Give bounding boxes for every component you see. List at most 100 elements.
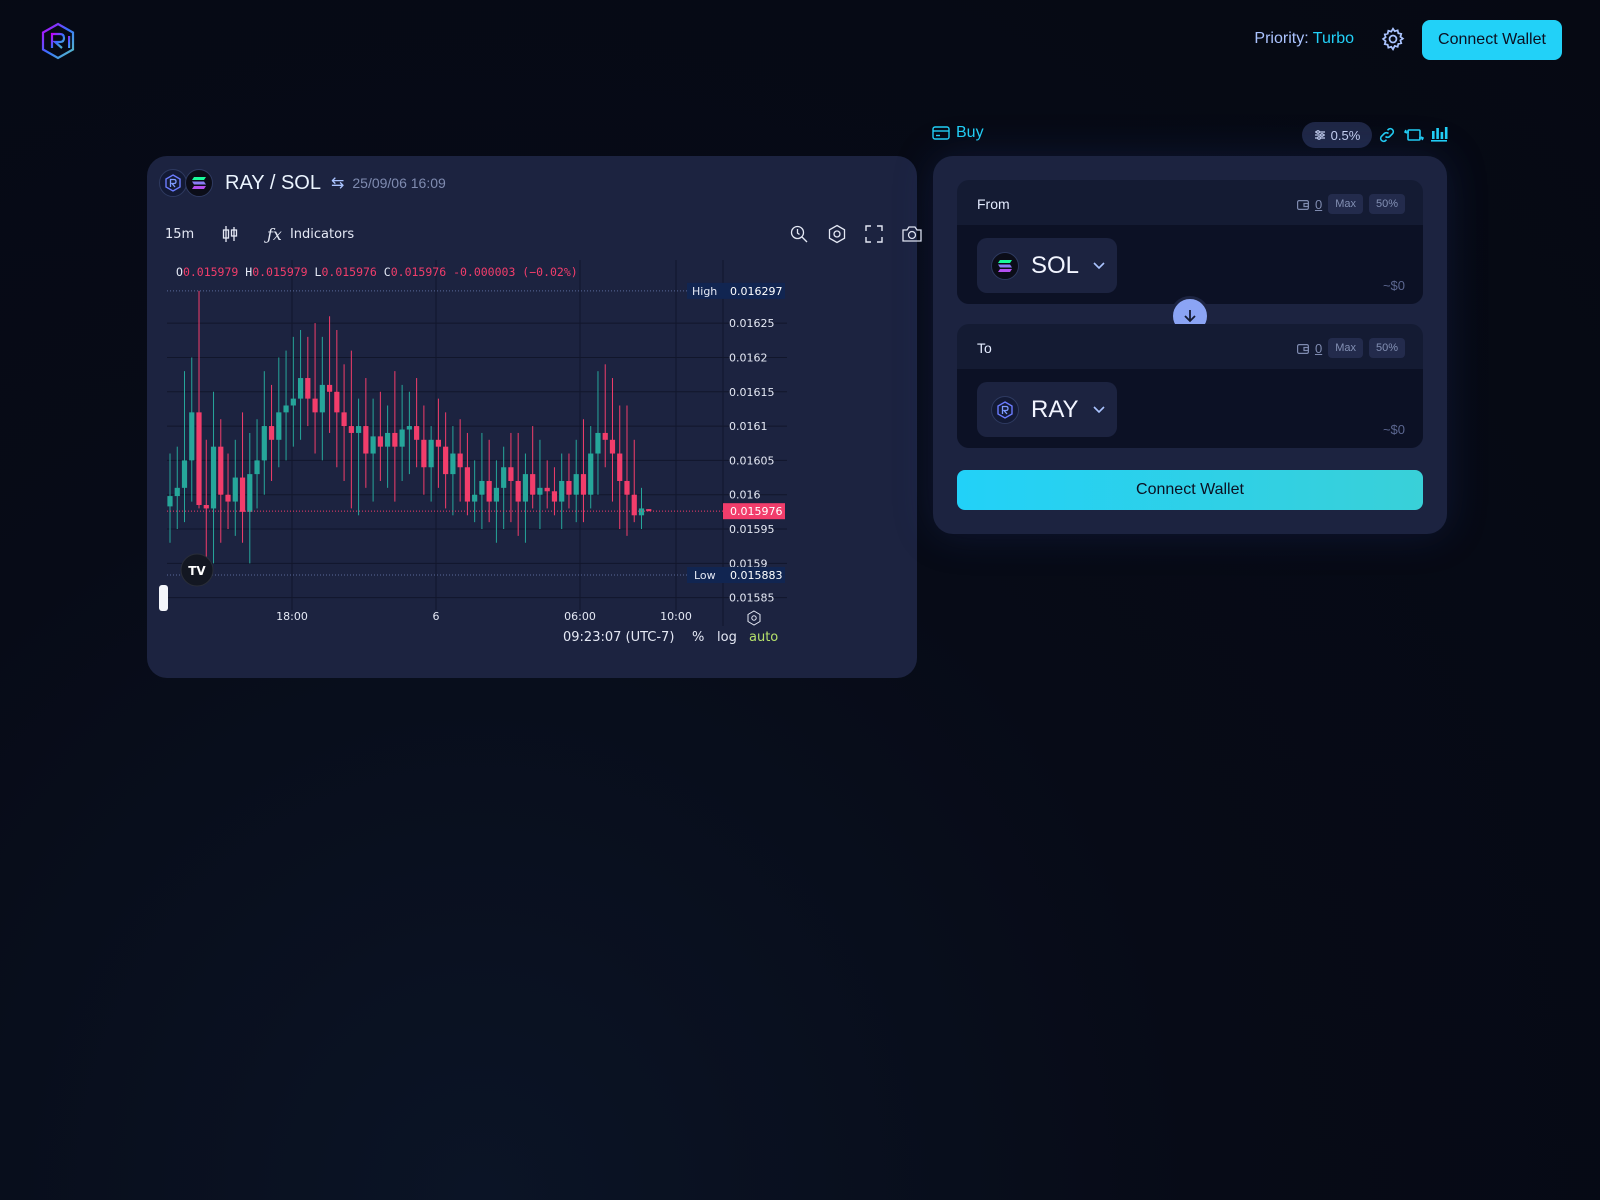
fullscreen-icon[interactable]: [865, 222, 883, 246]
candle-body: [210, 446, 217, 509]
to-half-button[interactable]: 50%: [1368, 338, 1405, 358]
candle-body: [515, 480, 521, 502]
from-balance[interactable]: 0: [1315, 197, 1322, 212]
interval-selector[interactable]: 15m: [165, 222, 194, 246]
from-half-button[interactable]: 50%: [1368, 194, 1405, 214]
candle-body: [559, 480, 565, 502]
to-token-symbol: RAY: [1031, 395, 1079, 423]
to-balance[interactable]: 0: [1315, 341, 1322, 356]
priority-value: Turbo: [1312, 30, 1354, 47]
y-tick-label: 0.01585: [729, 592, 775, 605]
candle-type-icon[interactable]: [221, 222, 239, 246]
arrow-down-icon: [1184, 310, 1196, 323]
candle-body: [551, 491, 558, 502]
low-tag-label: Low: [694, 569, 716, 582]
from-max-button[interactable]: Max: [1328, 194, 1363, 214]
candle-body: [189, 412, 195, 461]
y-tick-label: 0.01625: [729, 317, 775, 330]
ohlc-close: 0.015976: [390, 265, 447, 279]
share-link-icon[interactable]: [1378, 126, 1396, 149]
candle-body: [638, 508, 645, 516]
last-price-label: 0.015976: [730, 505, 783, 518]
candle-body: [414, 426, 420, 440]
to-token-selector[interactable]: RAY: [977, 382, 1117, 437]
priority-selector[interactable]: Priority: Turbo: [1254, 30, 1354, 48]
candle-body: [355, 426, 362, 433]
from-label: From: [977, 196, 1010, 212]
candle-body: [377, 436, 383, 447]
buy-button[interactable]: Buy: [932, 124, 984, 142]
candle-body: [544, 487, 550, 492]
candle-body: [283, 405, 289, 413]
card-icon: [932, 126, 950, 140]
zoom-search-icon[interactable]: [789, 222, 809, 246]
candle-body: [443, 446, 449, 475]
raydium-logo-icon[interactable]: [40, 22, 76, 60]
chart-clock: 09:23:07 (UTC-7): [563, 630, 675, 645]
wallet-icon: [1296, 343, 1309, 354]
low-price-label-bg: [723, 567, 785, 583]
to-max-button[interactable]: Max: [1328, 338, 1363, 358]
chart-toolbar: 15m ƒx Indicators: [161, 222, 922, 246]
candle-body: [254, 460, 260, 475]
high-tag-label: High: [692, 285, 717, 298]
candle-body: [428, 439, 434, 468]
pair-timestamp: 25/09/06 16:09: [352, 175, 446, 191]
ohlc-high: 0.015979: [252, 265, 308, 279]
indicators-button[interactable]: ƒx Indicators: [267, 222, 354, 246]
log-scale-toggle[interactable]: log: [717, 630, 737, 645]
y-tick-label: 0.0159: [729, 557, 768, 570]
high-price-label-bg: [723, 282, 785, 299]
candle-body: [566, 480, 572, 495]
to-input-area[interactable]: RAY ~$0: [957, 369, 1423, 448]
candle-body: [247, 474, 253, 512]
y-tick-label: 0.01595: [729, 523, 775, 536]
screenshot-camera-icon[interactable]: [901, 222, 923, 246]
function-icon: ƒx: [267, 224, 282, 244]
candle-body: [479, 480, 485, 495]
slippage-value: 0.5%: [1330, 127, 1361, 143]
axis-settings-icon-center: [751, 615, 757, 621]
candle-body: [580, 474, 587, 495]
candle-body: [602, 432, 608, 440]
ray-token-icon: [991, 395, 1019, 424]
refresh-icon[interactable]: [1403, 126, 1425, 149]
ohlc-open: 0.015979: [182, 265, 239, 279]
candle-body: [493, 487, 500, 502]
x-tick-label: 6: [433, 610, 440, 623]
to-box: To 0 Max 50% RAY ~$0: [957, 324, 1423, 448]
from-token-selector[interactable]: SOL: [977, 238, 1117, 293]
candle-body: [312, 398, 318, 413]
swap-pair-icon[interactable]: ⇆: [331, 173, 344, 193]
candle-body: [276, 412, 282, 440]
tradingview-logo-icon: [180, 553, 214, 587]
candle-body: [239, 477, 246, 512]
interval-label: 15m: [165, 226, 195, 242]
candle-body: [508, 467, 514, 481]
settings-gear-icon[interactable]: [1380, 26, 1406, 52]
ohlc-o-label: O: [176, 265, 183, 279]
auto-scale-toggle[interactable]: auto: [749, 630, 778, 645]
slippage-button[interactable]: 0.5%: [1302, 122, 1372, 148]
from-token-symbol: SOL: [1031, 251, 1080, 279]
candle-body: [363, 426, 369, 454]
candle-body: [588, 453, 594, 495]
candle-body: [225, 494, 231, 502]
candle-body: [522, 474, 529, 502]
connect-wallet-header-button[interactable]: Connect Wallet: [1422, 20, 1562, 60]
candle-body: [167, 496, 173, 507]
sliders-icon: [1314, 130, 1325, 140]
candle-body: [305, 378, 311, 399]
from-input-area[interactable]: SOL ~$0: [957, 225, 1423, 304]
ohlc-low: 0.015976: [321, 265, 377, 279]
candle-body: [421, 439, 427, 468]
chart-toggle-icon[interactable]: [1430, 125, 1448, 148]
sol-token-icon: [185, 169, 213, 197]
connect-wallet-button[interactable]: Connect Wallet: [957, 470, 1423, 510]
candle-body: [334, 391, 340, 413]
percent-scale-toggle[interactable]: %: [692, 630, 704, 645]
chart-settings-icon[interactable]: [827, 222, 847, 246]
candle-body: [319, 384, 325, 413]
pair-name: RAY / SOL: [225, 171, 321, 194]
high-price-label: 0.016297: [730, 285, 783, 298]
